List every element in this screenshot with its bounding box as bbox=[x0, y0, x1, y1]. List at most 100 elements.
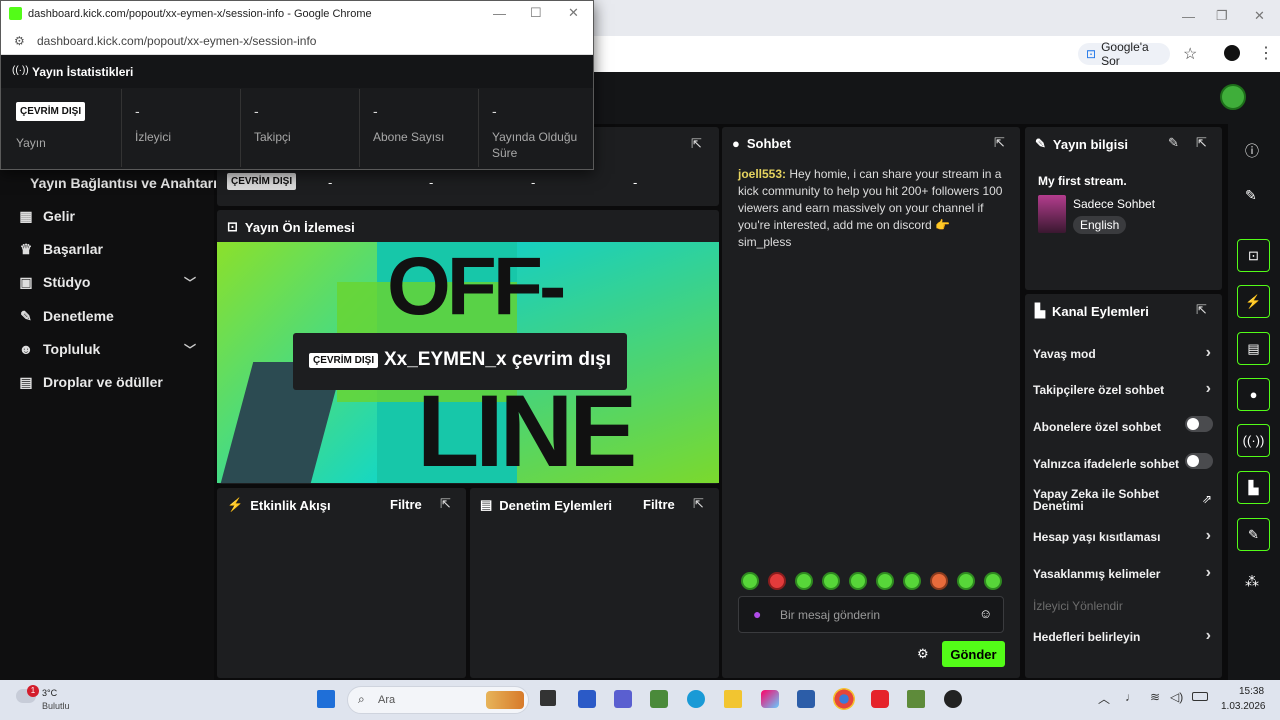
emotes-only-toggle[interactable] bbox=[1185, 453, 1213, 469]
minecraft-icon[interactable] bbox=[907, 690, 925, 708]
stream-title: My first stream. bbox=[1038, 174, 1127, 188]
popout-icon[interactable]: ⇱ bbox=[994, 135, 1005, 151]
rail-stream-info-button[interactable]: ✎ bbox=[1237, 518, 1270, 551]
obs-icon[interactable] bbox=[944, 690, 962, 708]
stat-value: - bbox=[328, 175, 333, 190]
microphone-icon[interactable]: ● bbox=[753, 606, 761, 622]
google-ask-button[interactable]: ⊡ Google'a Sor bbox=[1078, 40, 1170, 68]
popout-icon[interactable]: ⇱ bbox=[691, 136, 702, 152]
popup-address-bar[interactable]: ⚙ dashboard.kick.com/popout/xx-eymen-x/s… bbox=[1, 28, 593, 55]
chevron-right-icon: › bbox=[1205, 627, 1211, 644]
emote-icon[interactable] bbox=[768, 572, 786, 590]
apps-icon[interactable]: ⁂ bbox=[1245, 573, 1259, 590]
sidebar-item-studio[interactable]: ▣ Stüdyo ﹀ bbox=[16, 270, 206, 294]
clock-date[interactable]: 1.03.2026 bbox=[1221, 701, 1266, 712]
chat-input[interactable]: ● Bir mesaj gönderin ☺ bbox=[738, 596, 1004, 633]
emote-icon[interactable] bbox=[984, 572, 1002, 590]
store-icon[interactable] bbox=[797, 690, 815, 708]
external-link-icon[interactable]: ⇗ bbox=[1202, 492, 1212, 506]
action-set-goals[interactable]: Hedefleri belirleyin › bbox=[1033, 627, 1213, 644]
profile-avatar[interactable] bbox=[1224, 45, 1240, 61]
maximize-icon[interactable]: ❐ bbox=[1216, 8, 1228, 24]
rail-channel-actions-button[interactable]: ▙ bbox=[1237, 471, 1270, 504]
popout-icon[interactable]: ⇱ bbox=[1196, 135, 1207, 151]
action-slow-mode[interactable]: Yavaş mod › bbox=[1033, 344, 1213, 361]
rail-chat-button[interactable]: ● bbox=[1237, 378, 1270, 411]
chrome-icon[interactable] bbox=[833, 688, 855, 710]
rail-stats-button[interactable]: ((·)) bbox=[1237, 424, 1270, 457]
close-icon[interactable]: ✕ bbox=[1254, 8, 1265, 24]
category-name[interactable]: Sadece Sohbet bbox=[1073, 197, 1155, 211]
clock-time[interactable]: 15:38 bbox=[1239, 686, 1264, 697]
emote-icon[interactable] bbox=[903, 572, 921, 590]
action-account-age[interactable]: Hesap yaşı kısıtlaması › bbox=[1033, 527, 1213, 544]
rail-activity-button[interactable]: ⚡ bbox=[1237, 285, 1270, 318]
chevron-right-icon: › bbox=[1205, 344, 1211, 361]
task-view-icon[interactable] bbox=[540, 690, 556, 706]
app-icon[interactable] bbox=[578, 690, 596, 708]
search-highlight-image bbox=[486, 691, 524, 709]
chat-username[interactable]: joell553: bbox=[738, 167, 786, 181]
emote-icon[interactable] bbox=[876, 572, 894, 590]
emote-icon[interactable] bbox=[930, 572, 948, 590]
edit-pencil-icon[interactable]: ✎ bbox=[1168, 135, 1179, 151]
popout-icon[interactable]: ⇱ bbox=[693, 496, 704, 512]
chevron-right-icon: › bbox=[1205, 527, 1211, 544]
tray-chevron-up-icon[interactable]: ︿ bbox=[1098, 690, 1110, 707]
wrench-icon: ✎ bbox=[1035, 136, 1046, 151]
sidebar-item-community[interactable]: ☻ Topluluk ﹀ bbox=[16, 337, 206, 361]
maximize-icon[interactable]: ☐ bbox=[530, 5, 542, 21]
offline-channel-text: Xx_EYMEN_x çevrim dışı bbox=[384, 349, 612, 370]
rail-preview-button[interactable]: ⊡ bbox=[1237, 239, 1270, 272]
windows-start-icon[interactable] bbox=[317, 690, 335, 708]
info-icon[interactable]: ⓘ bbox=[1245, 141, 1259, 161]
sidebar-item-revenue[interactable]: ▦ Gelir bbox=[16, 204, 206, 228]
action-banned-words[interactable]: Yasaklanmış kelimeler › bbox=[1033, 564, 1213, 581]
wifi-icon[interactable]: ≋ bbox=[1150, 690, 1160, 704]
close-icon[interactable]: ✕ bbox=[568, 5, 579, 21]
chat-settings-gear-icon[interactable]: ⚙ bbox=[917, 646, 929, 662]
app-icon[interactable] bbox=[650, 690, 668, 708]
people-icon: ☻ bbox=[18, 341, 34, 357]
kebab-menu-icon[interactable]: ⋮ bbox=[1258, 43, 1274, 63]
subscribers-only-toggle[interactable] bbox=[1185, 416, 1213, 432]
sidebar-item-moderation[interactable]: ✎ Denetleme bbox=[16, 304, 206, 328]
sidebar-item-stream-key[interactable]: Yayın Bağlantısı ve Anahtarı bbox=[30, 171, 220, 195]
sidebar-item-achievements[interactable]: ♛ Başarılar bbox=[16, 237, 206, 261]
teams-icon[interactable] bbox=[614, 690, 632, 708]
emote-icon[interactable] bbox=[795, 572, 813, 590]
copilot-icon[interactable] bbox=[761, 690, 779, 708]
microphone-icon[interactable]: ♩ bbox=[1125, 690, 1137, 704]
rail-mod-actions-button[interactable]: ▤ bbox=[1237, 332, 1270, 365]
action-followers-only[interactable]: Takipçilere özel sohbet › bbox=[1033, 380, 1213, 397]
filter-button[interactable]: Filtre bbox=[390, 497, 422, 512]
emote-icon[interactable] bbox=[957, 572, 975, 590]
emote-icon[interactable] bbox=[849, 572, 867, 590]
filter-button[interactable]: Filtre bbox=[643, 497, 675, 512]
send-button[interactable]: Gönder bbox=[942, 641, 1005, 667]
youtube-icon[interactable] bbox=[871, 690, 889, 708]
emote-icon[interactable] bbox=[822, 572, 840, 590]
edit-pencil-icon[interactable]: ✎ bbox=[1245, 187, 1257, 204]
action-ai-moderation[interactable]: Yapay Zeka ile Sohbet Denetimi bbox=[1033, 488, 1183, 512]
popout-icon[interactable]: ⇱ bbox=[1196, 302, 1207, 318]
battery-icon[interactable] bbox=[1192, 692, 1208, 701]
sidebar-item-drops[interactable]: ▤ Droplar ve ödüller bbox=[16, 370, 206, 394]
file-explorer-icon[interactable] bbox=[724, 690, 742, 708]
user-avatar[interactable] bbox=[1220, 84, 1246, 110]
mod-actions-panel: ▤ Denetim Eylemleri Filtre ⇱ bbox=[470, 488, 719, 678]
taskbar-search[interactable]: ⌕ Ara bbox=[347, 686, 529, 714]
minimize-icon[interactable]: — bbox=[1182, 9, 1195, 24]
emote-icon[interactable] bbox=[741, 572, 759, 590]
bookmark-star-icon[interactable]: ☆ bbox=[1183, 44, 1197, 64]
edge-icon[interactable] bbox=[687, 690, 705, 708]
popout-icon[interactable]: ⇱ bbox=[440, 496, 451, 512]
site-settings-icon[interactable]: ⚙ bbox=[14, 34, 25, 48]
bank-icon: ▦ bbox=[19, 207, 33, 224]
minimize-icon[interactable]: — bbox=[493, 6, 506, 21]
emoji-icon[interactable]: ☺ bbox=[979, 606, 992, 621]
stat-value: - bbox=[429, 175, 434, 190]
chat-icon: ● bbox=[732, 136, 740, 151]
weather-temp[interactable]: 3°C bbox=[42, 688, 57, 698]
volume-icon[interactable]: ◁) bbox=[1170, 690, 1183, 704]
